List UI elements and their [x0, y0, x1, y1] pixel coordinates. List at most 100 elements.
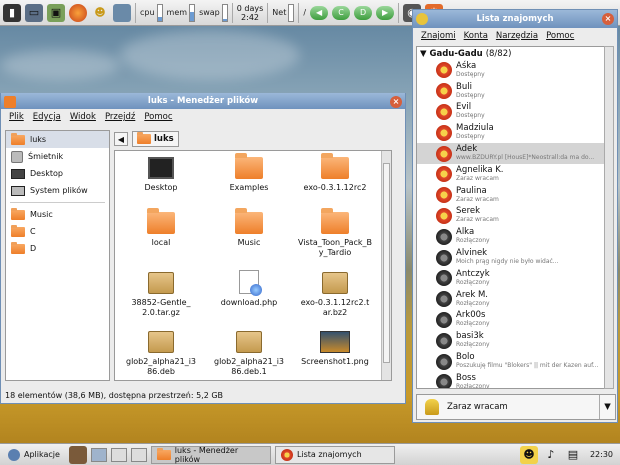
- sidebar-item-filesystem[interactable]: System plików: [6, 182, 109, 199]
- volume-icon[interactable]: ♪: [542, 446, 560, 464]
- menu-pomoc[interactable]: Pomoc: [144, 112, 172, 122]
- file-manager-titlebar[interactable]: luks - Menedżer plików ×: [1, 93, 405, 109]
- contacts-container: Aśka Dostępny Buli Dostępny Evil Dostępny Madz…: [417, 60, 605, 388]
- swap-level: [222, 18, 227, 21]
- terminal-icon[interactable]: ▮: [3, 3, 21, 22]
- sidebar-item-trash[interactable]: Śmietnik: [6, 148, 109, 165]
- status-selector[interactable]: Zaraz wracam ▼: [416, 394, 616, 420]
- contact-item[interactable]: Alvinek Moich prąg nigdy nie było widać..…: [417, 247, 605, 268]
- folder-icon: [235, 208, 263, 234]
- package-icon: [236, 331, 262, 353]
- contact-item[interactable]: Ark00s Rozłączony: [417, 310, 605, 331]
- menu-konta[interactable]: Konta: [464, 31, 488, 41]
- contact-item[interactable]: Serek Zaraz wracam: [417, 206, 605, 227]
- sidebar-item-d[interactable]: D: [6, 240, 109, 257]
- swap-meter[interactable]: swap: [199, 3, 228, 22]
- contact-item[interactable]: Antczyk Rozłączony: [417, 268, 605, 289]
- contact-item[interactable]: Agnelika K. Zaraz wracam: [417, 164, 605, 185]
- sidebar-item-luks[interactable]: luks: [6, 131, 109, 148]
- contact-item[interactable]: Alka Rozłączony: [417, 226, 605, 247]
- online-status-icon: [436, 103, 452, 120]
- contact-item[interactable]: Paulina Zaraz wracam: [417, 185, 605, 206]
- task-file-manager[interactable]: luks - Menedżer plików: [150, 445, 271, 464]
- scrollbar[interactable]: [381, 151, 391, 380]
- drive-root-icon[interactable]: ◀: [310, 5, 329, 20]
- image-icon: [320, 331, 350, 353]
- status-bar: 18 elementów (38,6 MB), dostępna przestr…: [5, 391, 224, 400]
- file-item[interactable]: Vista_Toon_Pack_By_Tardio: [291, 208, 379, 258]
- menu-znajomi[interactable]: Znajomi: [421, 31, 456, 41]
- window-menu-icon[interactable]: [416, 13, 428, 25]
- drive-c-button[interactable]: C: [332, 5, 351, 20]
- file-item[interactable]: Examples: [205, 153, 293, 193]
- gadu-gadu-icon: [280, 448, 293, 461]
- menu-bar: Plik Edycja Widok Przejdź Pomoc: [1, 109, 405, 125]
- menu-pomoc[interactable]: Pomoc: [546, 31, 574, 41]
- file-item[interactable]: Music: [205, 208, 293, 248]
- sidebar-item-music[interactable]: Music: [6, 206, 109, 223]
- menu-widok[interactable]: Widok: [70, 112, 96, 122]
- applications-menu-button[interactable]: Aplikacje: [3, 446, 65, 464]
- window-menu-icon[interactable]: [4, 96, 16, 108]
- folder-icon: [321, 208, 349, 234]
- firefox-icon[interactable]: [69, 3, 87, 22]
- contact-name: Arek M.: [456, 289, 489, 300]
- file-item[interactable]: exo-0.3.1.12rc2.tar.bz2: [291, 272, 379, 318]
- home-folder-icon: [137, 132, 151, 144]
- menu-narzedzia[interactable]: Narzędzia: [496, 31, 538, 41]
- contact-item[interactable]: basi3k Rozłączony: [417, 330, 605, 351]
- contact-status: Dostępny: [456, 133, 485, 141]
- workspace-3[interactable]: [130, 447, 147, 462]
- show-desktop-icon[interactable]: [68, 445, 87, 464]
- workspace-2[interactable]: [110, 447, 127, 462]
- file-item[interactable]: exo-0.3.1.12rc2: [291, 153, 379, 193]
- file-item[interactable]: download.php: [205, 270, 293, 308]
- group-header[interactable]: ▼ Gadu-Gadu (8/82): [417, 47, 605, 60]
- file-item[interactable]: glob2_alpha21_i386.deb.1: [205, 331, 293, 377]
- image-icon[interactable]: ▣: [47, 3, 65, 22]
- file-item[interactable]: Desktop: [117, 157, 205, 193]
- tray-gg-icon[interactable]: ☻: [519, 445, 538, 464]
- drive-extra-icon[interactable]: ▶: [376, 5, 395, 20]
- contact-name: Adek: [456, 144, 478, 155]
- contact-item[interactable]: Arek M. Rozłączony: [417, 289, 605, 310]
- contact-list-titlebar[interactable]: Lista znajomych ×: [413, 10, 617, 28]
- contact-item[interactable]: Buli Dostępny: [417, 81, 605, 102]
- menu-edycja[interactable]: Edycja: [33, 112, 61, 122]
- file-item[interactable]: Screenshot1.png: [291, 331, 379, 367]
- mem-meter[interactable]: mem: [167, 3, 196, 22]
- path-button-luks[interactable]: luks: [132, 131, 179, 147]
- contact-item[interactable]: Aśka Dostępny: [417, 60, 605, 81]
- file-item[interactable]: 38852-Gentle_2.0.tar.gz: [117, 272, 205, 318]
- contact-item[interactable]: Adek www.BZDURY.pl [HousE]*Neostrall:da m…: [417, 143, 605, 164]
- contact-item[interactable]: Evil Dostępny: [417, 102, 605, 123]
- sidebar-item-desktop[interactable]: Desktop: [6, 165, 109, 182]
- menu-plik[interactable]: Plik: [9, 112, 24, 122]
- chevron-down-icon[interactable]: ▼: [599, 395, 615, 419]
- contact-name: Buli: [456, 81, 472, 92]
- network-icon[interactable]: ▤: [564, 446, 582, 464]
- cpu-meter[interactable]: cpu: [140, 3, 163, 22]
- back-arrow-icon[interactable]: ◀: [114, 132, 128, 146]
- file-item[interactable]: local: [117, 208, 205, 248]
- contact-item[interactable]: Madziula Dostępny: [417, 122, 605, 143]
- close-icon[interactable]: ×: [390, 96, 402, 108]
- contact-item[interactable]: Bolo Poszukuję filmu "Blokers" || mit der…: [417, 351, 605, 372]
- display-icon[interactable]: ▭: [25, 3, 43, 22]
- clock: 22:30: [589, 450, 613, 459]
- menu-przejdz[interactable]: Przejdź: [105, 112, 135, 122]
- folder-icon: [11, 207, 25, 220]
- user-icon[interactable]: ☻: [91, 4, 109, 22]
- contact-name: Alka: [456, 227, 475, 238]
- contact-item[interactable]: Boss Rozłączony: [417, 372, 605, 388]
- drive-d-button[interactable]: D: [354, 5, 373, 20]
- workspace-icon[interactable]: [113, 3, 131, 22]
- file-item[interactable]: glob2_alpha21_i386.deb: [117, 331, 205, 377]
- workspace-1[interactable]: [90, 447, 107, 462]
- task-contact-list[interactable]: Lista znajomych: [274, 445, 395, 464]
- net-meter[interactable]: Net: [272, 3, 295, 22]
- sidebar-item-c[interactable]: C: [6, 223, 109, 240]
- scrollbar[interactable]: [604, 46, 614, 389]
- close-icon[interactable]: ×: [602, 13, 614, 25]
- scrollbar-thumb[interactable]: [383, 163, 390, 363]
